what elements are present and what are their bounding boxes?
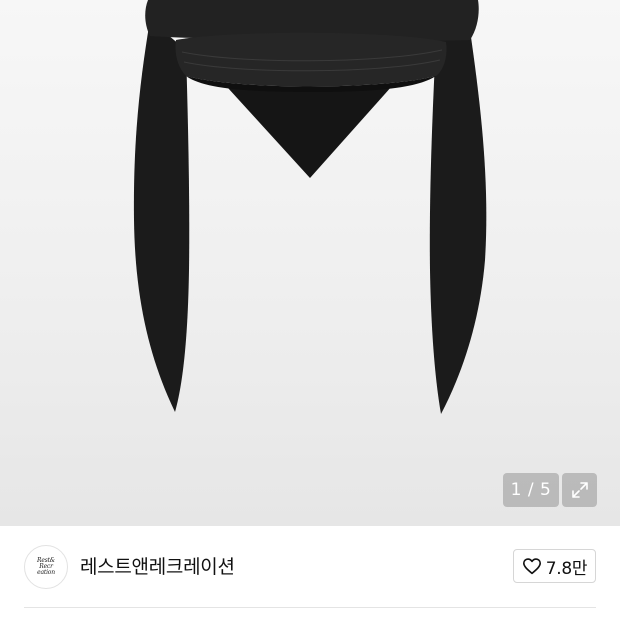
current-page: 1 [510, 480, 522, 500]
product-image-gallery[interactable]: 1 / 5 [0, 0, 620, 526]
total-pages: 5 [540, 480, 552, 500]
section-divider [24, 607, 596, 608]
like-count: 7.8만 [545, 558, 588, 579]
brand-row: Rest& Recr eation 레스트앤레크레이션 7.8만 [0, 526, 620, 608]
expand-arrows-icon [571, 482, 588, 498]
brand-logo-line: eation [37, 569, 55, 576]
brand-name-link[interactable]: 레스트앤레크레이션 [80, 554, 235, 580]
image-page-counter: 1 / 5 [503, 473, 559, 507]
product-image [133, 0, 487, 414]
like-button[interactable]: 7.8만 [513, 549, 596, 583]
heart-outline-icon [522, 558, 541, 575]
expand-image-button[interactable] [562, 473, 597, 507]
page-separator: / [527, 480, 535, 500]
brand-logo[interactable]: Rest& Recr eation [24, 545, 68, 589]
